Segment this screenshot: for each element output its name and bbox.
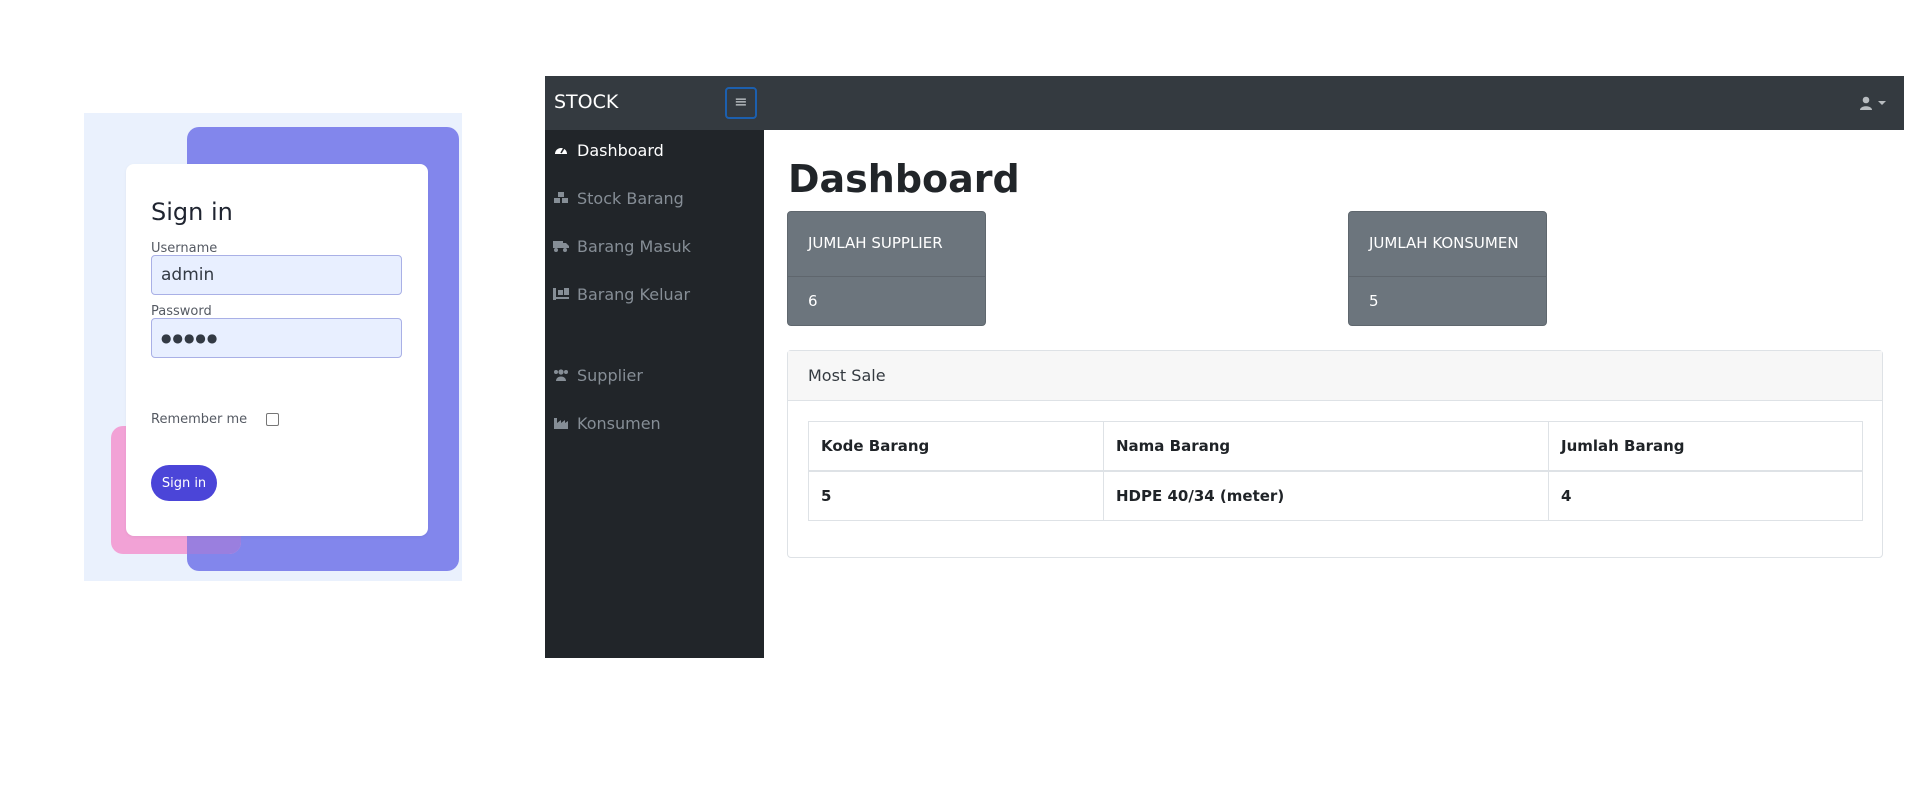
stat-card-konsumen: JUMLAH KONSUMEN 5: [1348, 211, 1547, 326]
column-header-jumlah-barang: Jumlah Barang: [1548, 421, 1863, 472]
gauge-icon: [553, 144, 569, 156]
users-icon: [553, 369, 569, 381]
stat-card-value: 5: [1369, 292, 1379, 310]
password-field[interactable]: ●●●●●: [151, 318, 402, 358]
sidebar-item-label: Konsumen: [577, 413, 661, 433]
user-icon: [1860, 96, 1872, 110]
login-panel: Sign in Username admin Password ●●●●● Re…: [84, 113, 462, 581]
sidebar-item-supplier[interactable]: Supplier: [545, 355, 764, 395]
caret-down-icon: [1878, 101, 1886, 105]
table-cell: HDPE 40/34 (meter): [1103, 470, 1549, 521]
truck-loading-icon: [553, 288, 569, 300]
sidebar-item-konsumen[interactable]: Konsumen: [545, 403, 764, 443]
stat-card-label: JUMLAH SUPPLIER: [788, 212, 985, 277]
login-card: Sign in Username admin Password ●●●●● Re…: [126, 164, 428, 536]
table-cell: 5: [808, 470, 1104, 521]
user-menu-dropdown[interactable]: [1859, 90, 1886, 116]
sidebar-item-label: Dashboard: [577, 140, 664, 160]
sidebar-item-label: Barang Keluar: [577, 284, 691, 304]
table-cell: 4: [1548, 470, 1863, 521]
sidebar-item-barang-masuk[interactable]: Barang Masuk: [545, 226, 764, 266]
table-row: 5 HDPE 40/34 (meter) 4: [808, 470, 1863, 521]
table-header-row: Kode Barang Nama Barang Jumlah Barang: [808, 421, 1863, 472]
stat-card-supplier: JUMLAH SUPPLIER 6: [787, 211, 986, 326]
most-sale-panel: Most Sale Kode Barang Nama Barang Jumlah…: [787, 350, 1883, 558]
sidebar-item-dashboard[interactable]: Dashboard: [545, 130, 764, 170]
remember-me-checkbox[interactable]: [266, 413, 279, 426]
sidebar-item-stock-barang[interactable]: Stock Barang: [545, 178, 764, 218]
top-navbar: STOCK ≡: [545, 76, 1904, 130]
username-field[interactable]: admin: [151, 255, 402, 295]
most-sale-table: Kode Barang Nama Barang Jumlah Barang 5 …: [808, 421, 1863, 521]
cubes-icon: [553, 192, 569, 204]
username-label: Username: [151, 241, 218, 256]
sidebar-item-label: Stock Barang: [577, 188, 684, 208]
sidebar-item-label: Supplier: [577, 365, 643, 385]
sign-in-button[interactable]: Sign in: [151, 465, 217, 501]
sidebar-toggle-button[interactable]: ≡: [725, 87, 757, 119]
column-header-nama-barang: Nama Barang: [1103, 421, 1549, 472]
login-title: Sign in: [151, 198, 233, 226]
truck-icon: [553, 240, 569, 252]
dashboard-window: STOCK ≡ Dashboard Stock Barang Barang Ma…: [545, 76, 1904, 658]
column-header-kode-barang: Kode Barang: [808, 421, 1104, 472]
sidebar-item-barang-keluar[interactable]: Barang Keluar: [545, 274, 764, 314]
password-label: Password: [151, 304, 212, 319]
hamburger-icon: ≡: [734, 92, 748, 111]
sidebar: Dashboard Stock Barang Barang Masuk Bara…: [545, 130, 764, 658]
most-sale-title: Most Sale: [788, 351, 1882, 401]
brand-name[interactable]: STOCK: [554, 91, 618, 113]
stat-card-value: 6: [808, 292, 818, 310]
page-title: Dashboard: [788, 157, 1020, 201]
remember-me-label: Remember me: [151, 412, 248, 427]
industry-icon: [553, 417, 569, 429]
stat-card-label: JUMLAH KONSUMEN: [1349, 212, 1546, 277]
sidebar-item-label: Barang Masuk: [577, 236, 691, 256]
